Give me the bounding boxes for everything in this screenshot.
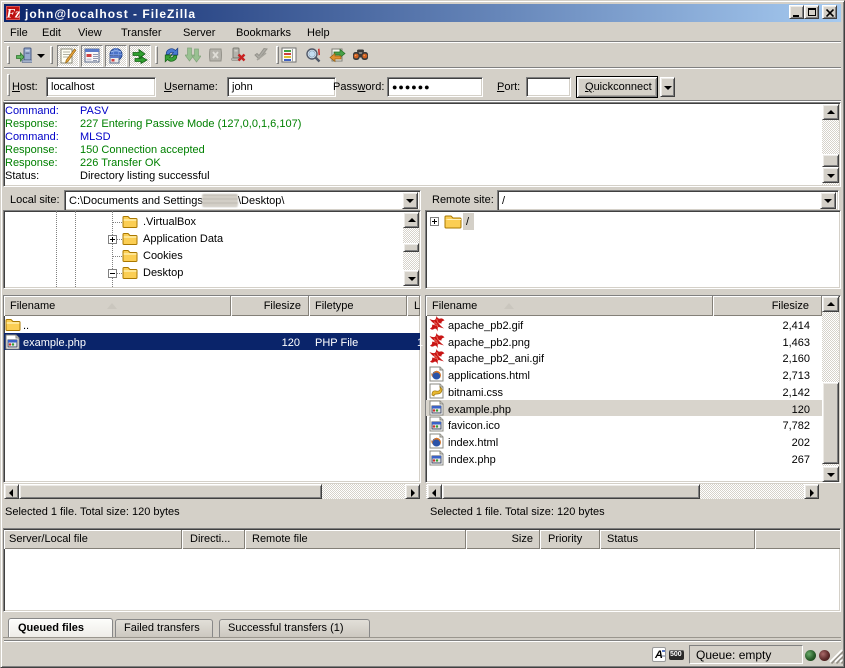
svg-text:Fz: Fz bbox=[6, 6, 20, 20]
